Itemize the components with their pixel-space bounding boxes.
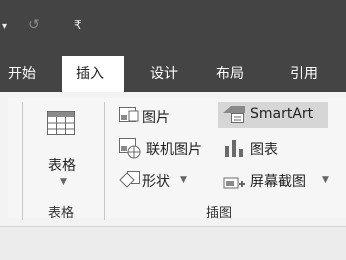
- picture-icon: [119, 107, 139, 122]
- group-separator: [22, 102, 23, 220]
- table-group-label: 表格: [48, 206, 75, 221]
- shapes-button[interactable]: 形状 ▼: [118, 168, 198, 192]
- title-bar: ▾ ↺ ₹: [0, 0, 346, 51]
- group-separator: [104, 102, 105, 220]
- qat-overflow-icon[interactable]: ▾: [2, 20, 7, 34]
- screenshot-button[interactable]: 屏幕截图 ▼: [222, 168, 337, 192]
- tab-design[interactable]: 设计: [142, 56, 186, 92]
- online-picture-icon: [119, 138, 141, 159]
- document-area: [0, 226, 346, 260]
- chart-button[interactable]: 图表: [222, 136, 292, 160]
- tab-home[interactable]: 开始: [0, 56, 44, 92]
- illustrations-group-label: 插图: [206, 206, 233, 221]
- chart-label: 图表: [250, 142, 278, 158]
- undo-icon[interactable]: ↺: [28, 18, 40, 32]
- online-pictures-label: 联机图片: [146, 142, 202, 158]
- table-button[interactable]: 表格 ▼: [40, 105, 90, 190]
- smartart-icon: [223, 106, 245, 123]
- shapes-dropdown-icon: ▼: [180, 175, 187, 185]
- screenshot-label: 屏幕截图: [250, 174, 306, 190]
- tab-insert[interactable]: 插入: [62, 56, 124, 92]
- tab-references[interactable]: 引用: [282, 56, 326, 92]
- table-dropdown-icon: ▼: [60, 177, 67, 187]
- shapes-icon: [119, 171, 140, 188]
- screenshot-icon: [223, 177, 245, 189]
- pictures-button[interactable]: 图片: [118, 104, 196, 128]
- table-icon: [47, 111, 75, 135]
- chart-icon: [225, 140, 243, 157]
- table-button-label: 表格: [48, 158, 76, 174]
- customize-qat-icon[interactable]: ₹: [74, 18, 82, 32]
- shapes-label: 形状: [142, 174, 170, 190]
- online-pictures-button[interactable]: 联机图片: [118, 136, 218, 160]
- smartart-label: SmartArt: [250, 106, 314, 122]
- tab-layout[interactable]: 布局: [208, 56, 252, 92]
- pictures-label: 图片: [142, 110, 170, 126]
- smartart-button[interactable]: SmartArt: [218, 102, 328, 128]
- screenshot-dropdown-icon: ▼: [322, 175, 329, 185]
